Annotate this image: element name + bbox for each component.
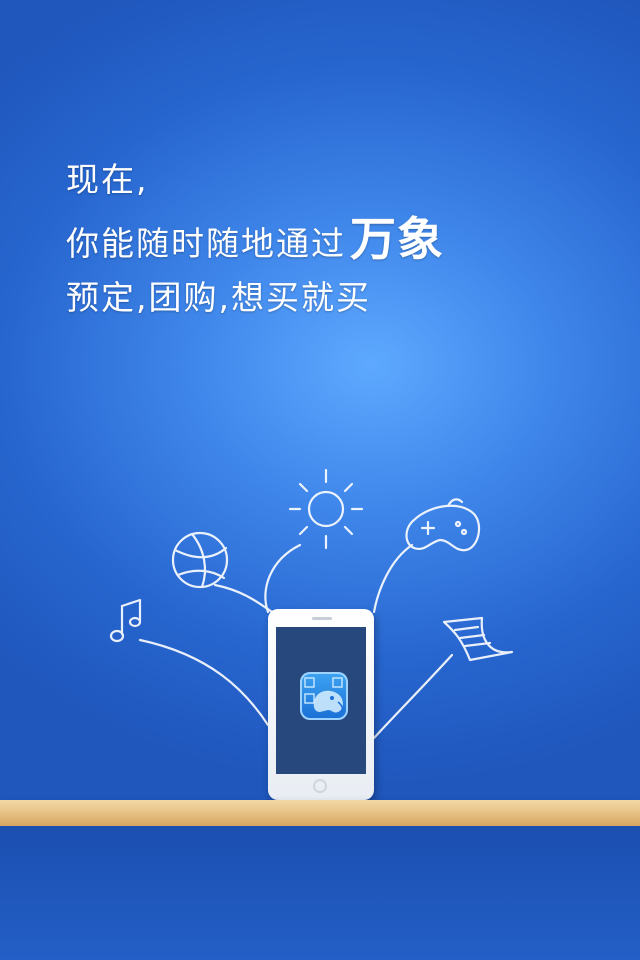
phone-speaker: [312, 617, 332, 620]
curve-sun: [264, 543, 302, 614]
home-button[interactable]: [313, 779, 327, 793]
phone-screen: [276, 627, 366, 774]
app-logo-icon[interactable]: [300, 672, 348, 720]
wooden-shelf: [0, 800, 640, 826]
shelf-shadow-area: [0, 826, 640, 960]
music-note-icon: [109, 598, 142, 643]
basketball-icon: [171, 531, 229, 589]
curve-game: [372, 543, 414, 614]
curve-music: [138, 638, 270, 727]
sun-icon: [288, 468, 364, 550]
smartphone: [268, 609, 374, 800]
curve-ball: [213, 583, 274, 614]
gamepad-icon: [405, 498, 481, 552]
document-icon: [442, 616, 514, 662]
app-logo-graphic: [304, 677, 344, 713]
curve-doc: [372, 653, 454, 740]
